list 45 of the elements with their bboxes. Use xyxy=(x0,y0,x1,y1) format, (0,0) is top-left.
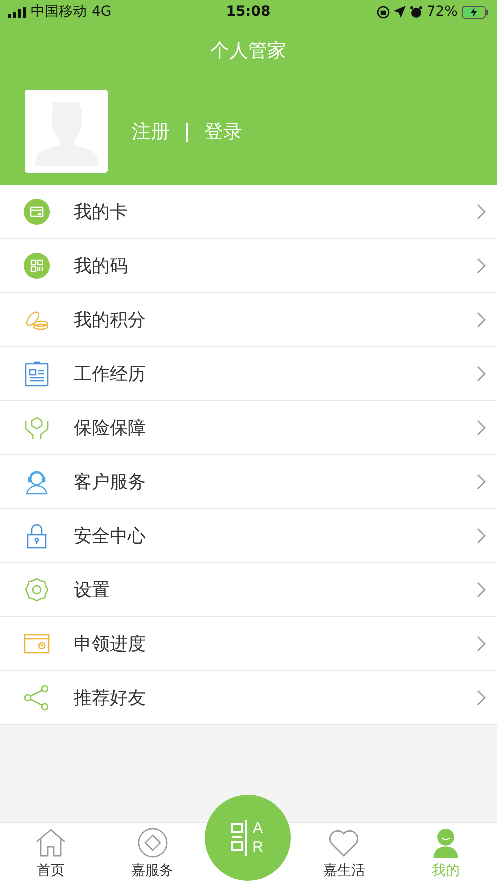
carrier-name: 中国移动 xyxy=(31,3,87,21)
id-card-icon xyxy=(24,360,50,386)
gear-icon xyxy=(24,576,50,602)
page-title: 个人管家 xyxy=(210,39,286,64)
signal-icon xyxy=(8,6,26,18)
menu-item[interactable]: 保险保障 xyxy=(0,401,497,455)
menu-item[interactable]: 安全中心 xyxy=(0,509,497,563)
tab-item[interactable]: 嘉生活 xyxy=(293,823,396,883)
qr-icon xyxy=(230,820,246,856)
network-type: 4G xyxy=(92,4,112,20)
headset-person-icon xyxy=(24,468,50,494)
qr-code-icon xyxy=(24,252,50,278)
separator-text: | xyxy=(184,120,190,142)
menu-item[interactable]: 我的积分 xyxy=(0,293,497,347)
menu-item[interactable]: 设置 xyxy=(0,563,497,617)
menu-item[interactable]: 推荐好友 xyxy=(0,671,497,725)
heart-icon xyxy=(328,828,360,858)
tab-item[interactable]: 首页 xyxy=(0,823,102,883)
battery-charging-icon xyxy=(462,6,489,18)
chevron-right-icon xyxy=(476,690,486,706)
card-icon xyxy=(24,198,50,224)
chevron-right-icon xyxy=(476,366,486,382)
share-icon xyxy=(24,684,50,710)
clock-time: 15:08 xyxy=(226,4,271,20)
menu-item[interactable]: 申领进度 xyxy=(0,617,497,671)
menu-item[interactable]: 工作经历 xyxy=(0,347,497,401)
rotation-lock-icon xyxy=(376,6,390,18)
chevron-right-icon xyxy=(476,528,486,544)
menu-item[interactable]: 我的码 xyxy=(0,239,497,293)
diamond-circle-icon xyxy=(136,828,169,858)
house-icon xyxy=(34,828,67,858)
menu-item[interactable]: 客户服务 xyxy=(0,455,497,509)
chevron-right-icon xyxy=(476,582,486,598)
chevron-right-icon xyxy=(476,420,486,436)
chevron-right-icon xyxy=(476,258,486,274)
hands-shield-icon xyxy=(24,414,50,440)
tab-item[interactable]: 嘉服务 xyxy=(102,823,204,883)
chevron-right-icon xyxy=(476,312,486,328)
chevron-right-icon xyxy=(476,636,486,652)
chevron-right-icon xyxy=(476,204,486,220)
location-arrow-icon xyxy=(394,6,406,18)
chevron-right-icon xyxy=(476,474,486,490)
menu-item[interactable]: 我的卡 xyxy=(0,185,497,239)
battery-percent: 72% xyxy=(426,4,458,20)
alarm-icon xyxy=(410,6,423,18)
